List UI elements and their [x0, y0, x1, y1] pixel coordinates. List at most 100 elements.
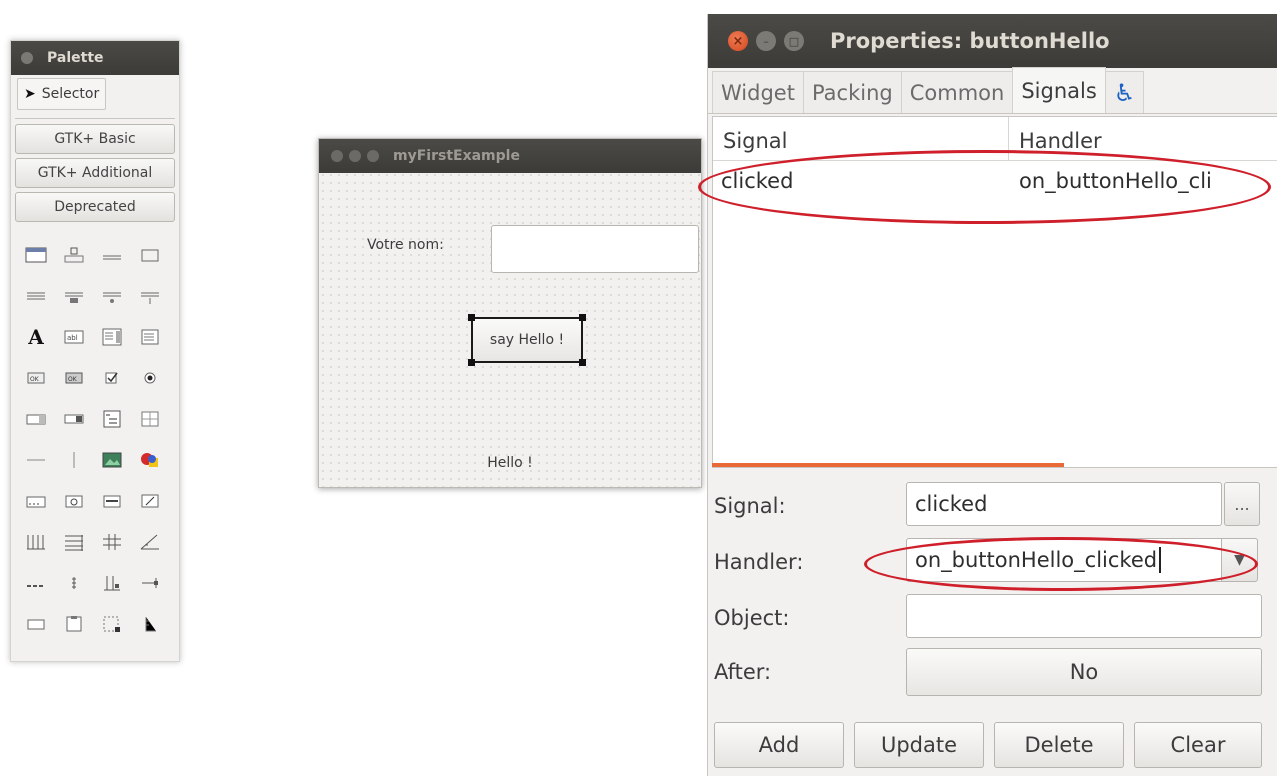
text-view-icon[interactable] [95, 316, 129, 357]
spin-button-icon[interactable] [19, 398, 53, 439]
text-cursor [1159, 547, 1162, 573]
check-button-icon[interactable] [95, 357, 129, 398]
add-button[interactable]: Add [714, 722, 844, 768]
svg-text:OK: OK [30, 376, 40, 383]
scrolled-window-icon[interactable] [19, 603, 53, 644]
handler-cell: on_buttonHello_cli [1019, 169, 1212, 193]
object-label: Object: [714, 606, 790, 630]
close-icon[interactable] [331, 150, 343, 162]
say-hello-label: say Hello ! [489, 332, 565, 348]
name-input[interactable] [491, 225, 699, 273]
example-window: myFirstExample Votre nom: say Hello ! He… [318, 138, 702, 488]
scroll-indicator [712, 463, 1064, 467]
progress-icon[interactable] [133, 480, 167, 521]
clear-button[interactable]: Clear [1134, 722, 1262, 768]
toggle-button-icon[interactable]: OK [57, 357, 91, 398]
properties-titlebar: × – □ Properties: buttonHello [708, 14, 1277, 68]
notebook-icon[interactable] [95, 562, 129, 603]
maximize-icon[interactable] [367, 150, 379, 162]
handler-field[interactable]: on_buttonHello_clicked [906, 538, 1222, 582]
signal-list-header: Signal Handler [713, 117, 1277, 161]
window-icon[interactable] [19, 234, 53, 275]
vpaned-icon[interactable] [57, 562, 91, 603]
handler-dropdown-button[interactable]: ▼ [1222, 538, 1258, 582]
scale-icon[interactable] [133, 521, 167, 562]
palette-window: Palette ➤ Selector GTK+ Basic GTK+ Addit… [10, 40, 180, 662]
toolbar-icon[interactable] [19, 480, 53, 521]
recent-chooser-icon[interactable] [133, 275, 167, 316]
hseparator-icon[interactable] [19, 439, 53, 480]
example-title: myFirstExample [393, 148, 520, 164]
label-icon[interactable]: A [19, 316, 53, 357]
statusbar-icon[interactable] [57, 480, 91, 521]
properties-title: Properties: buttonHello [830, 29, 1110, 53]
signal-cell: clicked [721, 169, 794, 193]
resize-handle[interactable] [579, 359, 586, 366]
svg-text:OK: OK [68, 376, 78, 383]
resize-handle[interactable] [468, 359, 475, 366]
about-dialog-icon[interactable] [95, 234, 129, 275]
button-icon[interactable]: OK [19, 357, 53, 398]
after-toggle-button[interactable]: No [906, 648, 1262, 696]
entry-icon[interactable]: abl [57, 316, 91, 357]
selector-button[interactable]: ➤ Selector [17, 78, 107, 110]
viewport-icon[interactable] [57, 603, 91, 644]
image-icon[interactable] [95, 439, 129, 480]
resize-handle[interactable] [579, 314, 586, 321]
tab-widget[interactable]: Widget [712, 71, 804, 113]
vbox-icon[interactable] [19, 521, 53, 562]
palette-titlebar: Palette [11, 41, 179, 75]
grid-icon[interactable] [133, 398, 167, 439]
hpaned-icon[interactable] [19, 562, 53, 603]
tab-packing[interactable]: Packing [802, 71, 902, 113]
update-button[interactable]: Update [854, 722, 984, 768]
dialog-icon[interactable] [57, 234, 91, 275]
color-chooser-icon[interactable] [57, 275, 91, 316]
tab-common[interactable]: Common [900, 71, 1014, 113]
example-titlebar: myFirstExample [319, 139, 701, 173]
handler-value: on_buttonHello_clicked [915, 548, 1158, 572]
hbox-icon[interactable] [57, 521, 91, 562]
handler-column-header[interactable]: Handler [1009, 117, 1112, 160]
signal-list: Signal Handler clicked on_buttonHello_cl… [712, 116, 1277, 468]
table-icon[interactable] [95, 521, 129, 562]
tab-signals[interactable]: Signals [1012, 67, 1106, 113]
layout-icon[interactable] [95, 603, 129, 644]
close-icon[interactable]: × [728, 31, 748, 51]
signal-row[interactable]: clicked on_buttonHello_cli [713, 161, 1277, 201]
delete-button[interactable]: Delete [994, 722, 1124, 768]
svg-text:abl: abl [67, 334, 78, 342]
group-deprecated-button[interactable]: Deprecated [15, 192, 175, 222]
tree-view-icon[interactable] [95, 398, 129, 439]
action-buttons: Add Update Delete Clear [714, 722, 1262, 768]
list-icon[interactable] [133, 316, 167, 357]
combo-box-icon[interactable] [57, 398, 91, 439]
frame-icon[interactable] [133, 562, 167, 603]
radio-button-icon[interactable] [133, 357, 167, 398]
signal-label: Signal: [714, 494, 786, 518]
pointer-arrow-icon: ➤ [24, 86, 36, 102]
ruler-icon[interactable] [133, 603, 167, 644]
signal-column-header[interactable]: Signal [713, 117, 1009, 160]
maximize-icon[interactable]: □ [784, 31, 804, 51]
font-chooser-icon[interactable] [95, 275, 129, 316]
minimize-icon[interactable]: – [756, 31, 776, 51]
tab-accessibility[interactable]: ♿ [1104, 71, 1145, 113]
palette-title: Palette [47, 50, 104, 66]
file-chooser-icon[interactable] [19, 275, 53, 316]
resize-handle[interactable] [468, 314, 475, 321]
object-field[interactable] [906, 594, 1262, 638]
selector-label: Selector [41, 86, 100, 102]
group-gtk-basic-button[interactable]: GTK+ Basic [15, 124, 175, 154]
vseparator-icon[interactable] [57, 439, 91, 480]
drawing-area-icon[interactable] [133, 439, 167, 480]
signal-field[interactable]: clicked [906, 482, 1222, 526]
after-label: After: [714, 660, 772, 684]
group-gtk-additional-button[interactable]: GTK+ Additional [15, 158, 175, 188]
close-icon[interactable] [21, 52, 33, 64]
minimize-icon[interactable] [349, 150, 361, 162]
signal-browse-button[interactable]: ... [1224, 482, 1260, 526]
assistant-icon[interactable] [133, 234, 167, 275]
say-hello-button[interactable]: say Hello ! [468, 314, 586, 366]
menubar-icon[interactable] [95, 480, 129, 521]
